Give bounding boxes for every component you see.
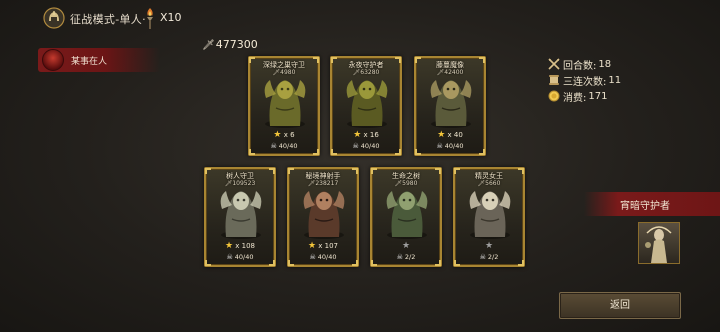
- enemy-star-count: x 107: [318, 242, 339, 250]
- enemy-stars: ★: [372, 241, 440, 251]
- monster-portrait-icon: [264, 80, 306, 128]
- skull-icon: ☠: [479, 253, 486, 261]
- enemy-card[interactable]: 生命之树 🗡5980 ★ ☠ 2/2: [370, 167, 442, 267]
- crossed-swords-icon: [548, 58, 560, 70]
- torch-count: X10: [160, 11, 182, 24]
- enemy-stars: ★ x 107: [289, 241, 357, 251]
- enemy-star-count: x 16: [363, 131, 379, 139]
- enemy-card[interactable]: 精灵女王 🗡5660 ★ ☠ 2/2: [453, 167, 525, 267]
- boss-label: 宵暗守护者: [620, 201, 670, 212]
- enemy-hp: ☠ 40/40: [206, 253, 274, 261]
- enemy-power: 🗡109523: [206, 180, 274, 187]
- enemy-hp: ☠ 40/40: [250, 142, 318, 150]
- triple-label: 三连次数:: [563, 76, 607, 88]
- enemy-power-value: 109523: [232, 180, 256, 187]
- star-icon: ★: [484, 241, 494, 251]
- enemy-stars: ★: [455, 241, 523, 251]
- enemy-power-value: 42400: [444, 69, 464, 76]
- triple-value: 11: [608, 74, 622, 86]
- enemy-hp: ☠ 40/40: [289, 253, 357, 261]
- monster-portrait-icon: [220, 191, 262, 239]
- scroll-icon: [549, 75, 559, 85]
- enemy-card[interactable]: 深绿之巢守卫 🗡4980 ★ x 6 ☠ 40/40: [248, 56, 320, 156]
- enemy-star-count: x 40: [447, 131, 463, 139]
- star-icon: ★: [437, 130, 446, 140]
- monster-portrait-icon: [346, 80, 388, 128]
- sword-icon: 🗡: [202, 40, 215, 51]
- enemy-hp-value: 40/40: [278, 142, 298, 150]
- star-icon: ★: [224, 241, 234, 251]
- player-name: 某事在人: [71, 57, 108, 67]
- enemy-power: 🗡5980: [372, 180, 440, 187]
- skull-icon: ☠: [352, 142, 359, 150]
- enemy-star-count: x 108: [235, 242, 256, 250]
- enemy-hp-value: 40/40: [360, 142, 380, 150]
- enemy-hp-value: 2/2: [404, 253, 416, 261]
- enemy-power-value: 238217: [315, 180, 339, 187]
- enemy-hp-value: 40/40: [444, 142, 464, 150]
- cost-value: 171: [588, 90, 608, 102]
- enemy-card[interactable]: 树人守卫 🗡109523 ★ x 108 ☠ 40/40: [204, 167, 276, 267]
- monster-portrait-icon: [430, 80, 472, 128]
- enemy-hp-value: 40/40: [234, 253, 254, 261]
- star-icon: ★: [401, 241, 411, 251]
- rounds-value: 18: [598, 58, 612, 70]
- mode-title: 征战模式-单人·: [70, 13, 146, 26]
- battle-stats: 回合数: 18 三连次数: 11 消费: 171: [548, 56, 621, 104]
- star-icon: ★: [353, 130, 362, 140]
- enemy-power: 🗡63280: [332, 69, 400, 76]
- torch-icon: [147, 8, 153, 29]
- enemy-card[interactable]: 永夜守护者 🗡63280 ★ x 16 ☠ 40/40: [330, 56, 402, 156]
- helmet-emblem-icon: [43, 7, 65, 29]
- enemy-stars: ★ x 40: [416, 130, 484, 140]
- skull-icon: ☠: [226, 253, 233, 261]
- enemy-hp: ☠ 40/40: [416, 142, 484, 150]
- enemy-card[interactable]: 秘境神射手 🗡238217 ★ x 107 ☠ 40/40: [287, 167, 359, 267]
- monster-portrait-icon: [469, 191, 511, 239]
- boss-portrait[interactable]: [638, 222, 680, 264]
- enemy-hp: ☠ 2/2: [455, 253, 523, 261]
- enemy-power: 🗡238217: [289, 180, 357, 187]
- team-power: 🗡477300: [202, 38, 258, 51]
- skull-icon: ☠: [396, 253, 403, 261]
- enemy-hp-value: 2/2: [487, 253, 499, 261]
- enemy-power: 🗡42400: [416, 69, 484, 76]
- enemy-hp-value: 40/40: [317, 253, 337, 261]
- return-button[interactable]: 返回: [559, 292, 681, 319]
- enemy-hp: ☠ 2/2: [372, 253, 440, 261]
- enemy-stars: ★ x 6: [250, 130, 318, 140]
- stat-rounds: 回合数: 18: [548, 56, 621, 72]
- enemy-power-value: 4980: [280, 69, 296, 76]
- enemy-stars: ★ x 16: [332, 130, 400, 140]
- skull-icon: ☠: [436, 142, 443, 150]
- enemy-stars: ★ x 108: [206, 241, 274, 251]
- monster-portrait-icon: [386, 191, 428, 239]
- player-banner[interactable]: 某事在人: [38, 48, 160, 72]
- skull-icon: ☠: [309, 253, 316, 261]
- team-power-value: 477300: [215, 38, 258, 51]
- skull-icon: ☠: [270, 142, 277, 150]
- enemy-power: 🗡5660: [455, 180, 523, 187]
- enemy-power-value: 63280: [360, 69, 380, 76]
- enemy-star-count: x 6: [283, 131, 295, 139]
- stat-cost: 消费: 171: [548, 88, 621, 104]
- enemy-power-value: 5660: [485, 180, 501, 187]
- enemy-card[interactable]: 藤蔓魔像 🗡42400 ★ x 40 ☠ 40/40: [414, 56, 486, 156]
- star-icon: ★: [273, 130, 282, 140]
- stat-triple: 三连次数: 11: [548, 72, 621, 88]
- player-avatar: [42, 49, 64, 71]
- enemy-power: 🗡4980: [250, 69, 318, 76]
- coin-icon: [548, 90, 560, 102]
- enemy-power-value: 5980: [402, 180, 418, 187]
- rounds-label: 回合数:: [563, 60, 597, 72]
- star-icon: ★: [307, 241, 317, 251]
- cost-label: 消费:: [563, 92, 587, 104]
- enemy-hp: ☠ 40/40: [332, 142, 400, 150]
- boss-figure-icon: [645, 226, 672, 263]
- monster-portrait-icon: [303, 191, 345, 239]
